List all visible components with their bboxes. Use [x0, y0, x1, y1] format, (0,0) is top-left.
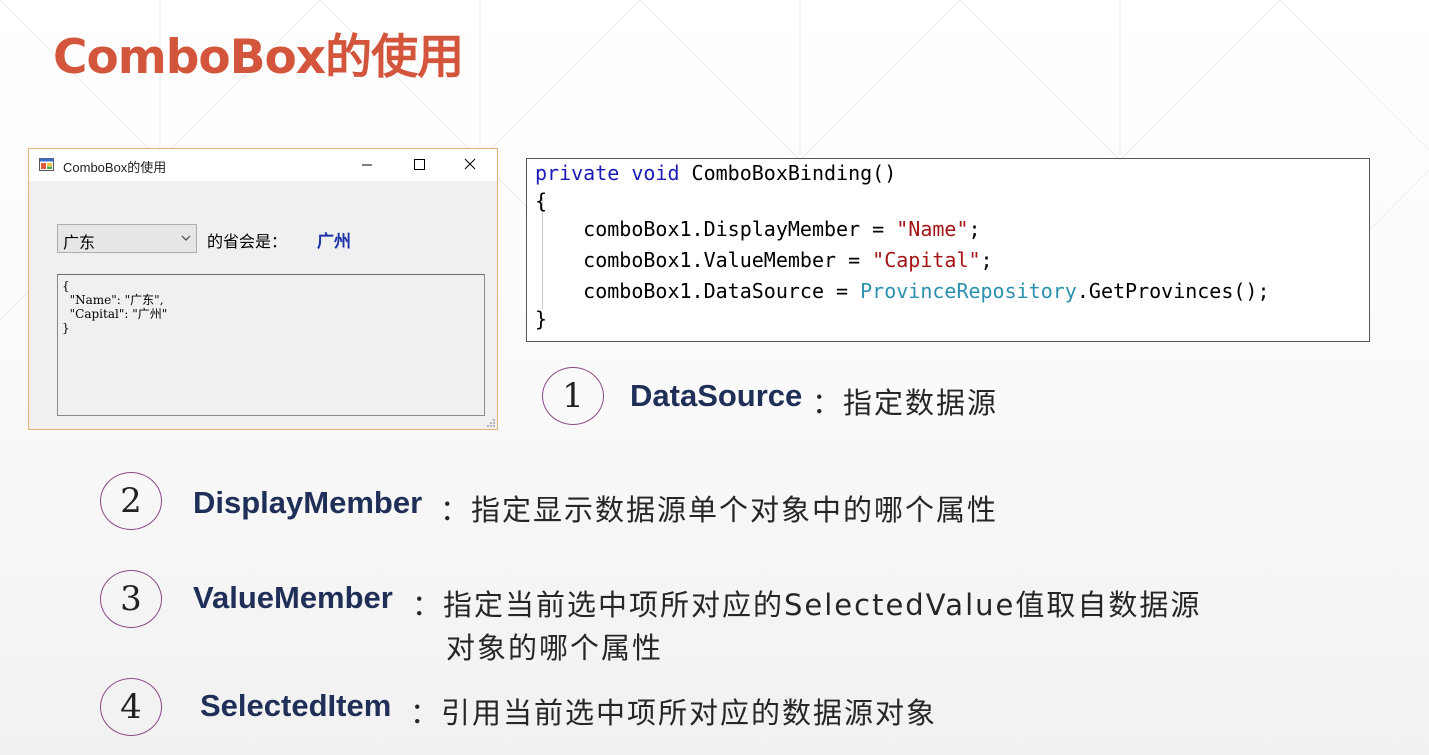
desc-valuemember: ：指定当前选中项所对应的SelectedValue值取自数据源 [412, 588, 1202, 622]
code-line-1: private void ComboBoxBinding() [535, 161, 896, 185]
code-line-2: { [535, 189, 548, 213]
app-icon [39, 158, 54, 171]
code-line-4: comboBox1.ValueMember = "Capital"; [535, 248, 993, 272]
desc-displaymember: ：指定显示数据源单个对象中的哪个属性 [440, 493, 999, 527]
window-title: ComboBox的使用 [63, 160, 167, 175]
close-icon[interactable] [447, 149, 493, 181]
number-circle-3: 3 [100, 570, 162, 628]
winform-window: ComboBox的使用 广东 的省会是： 广州 { "Name": "广东", … [28, 148, 498, 430]
code-text: comboBox1.ValueMember = [535, 248, 873, 272]
code-method-signature: ComboBoxBinding() [679, 161, 897, 185]
code-text: ; [968, 217, 981, 241]
term-valuemember: ValueMember [193, 580, 393, 615]
code-text: ; [980, 248, 993, 272]
desc-datasource: ：指定数据源 [812, 386, 999, 420]
code-string: "Name" [896, 217, 969, 241]
capital-value: 广州 [317, 232, 351, 252]
code-string: "Capital" [872, 248, 981, 272]
term-selecteditem: SelectedItem [200, 688, 392, 723]
term-datasource: DataSource [630, 378, 803, 413]
code-line-3: comboBox1.DisplayMember = "Name"; [535, 217, 981, 241]
province-combobox[interactable]: 广东 [57, 224, 197, 253]
code-snippet: private void ComboBoxBinding() { comboBo… [526, 158, 1370, 342]
resize-grip-icon[interactable] [485, 417, 495, 427]
code-line-5: comboBox1.DataSource = ProvinceRepositor… [535, 279, 1270, 303]
window-titlebar[interactable]: ComboBox的使用 [29, 149, 497, 181]
code-text: comboBox1.DisplayMember = [535, 217, 897, 241]
code-keyword: private void [535, 161, 680, 185]
term-displaymember: DisplayMember [193, 485, 423, 520]
combobox-selected-value: 广东 [63, 233, 96, 252]
slide-title: ComboBox的使用 [53, 30, 464, 85]
chevron-down-icon[interactable] [181, 234, 191, 242]
code-line-6: } [535, 307, 548, 331]
json-output-textbox[interactable]: { "Name": "广东", "Capital": "广州" } [57, 274, 485, 416]
desc-valuemember-line2: 对象的哪个属性 [446, 631, 664, 665]
code-text: .GetProvinces(); [1076, 279, 1270, 303]
desc-selecteditem: ：引用当前选中项所对应的数据源对象 [410, 696, 938, 730]
code-text: comboBox1.DataSource = [535, 279, 861, 303]
minimize-icon[interactable] [344, 149, 390, 181]
number-circle-2: 2 [100, 472, 162, 530]
maximize-icon[interactable] [396, 149, 442, 181]
code-type: ProvinceRepository [860, 279, 1077, 303]
capital-label: 的省会是： [207, 232, 288, 251]
number-circle-4: 4 [100, 678, 162, 736]
number-circle-1: 1 [542, 367, 604, 425]
